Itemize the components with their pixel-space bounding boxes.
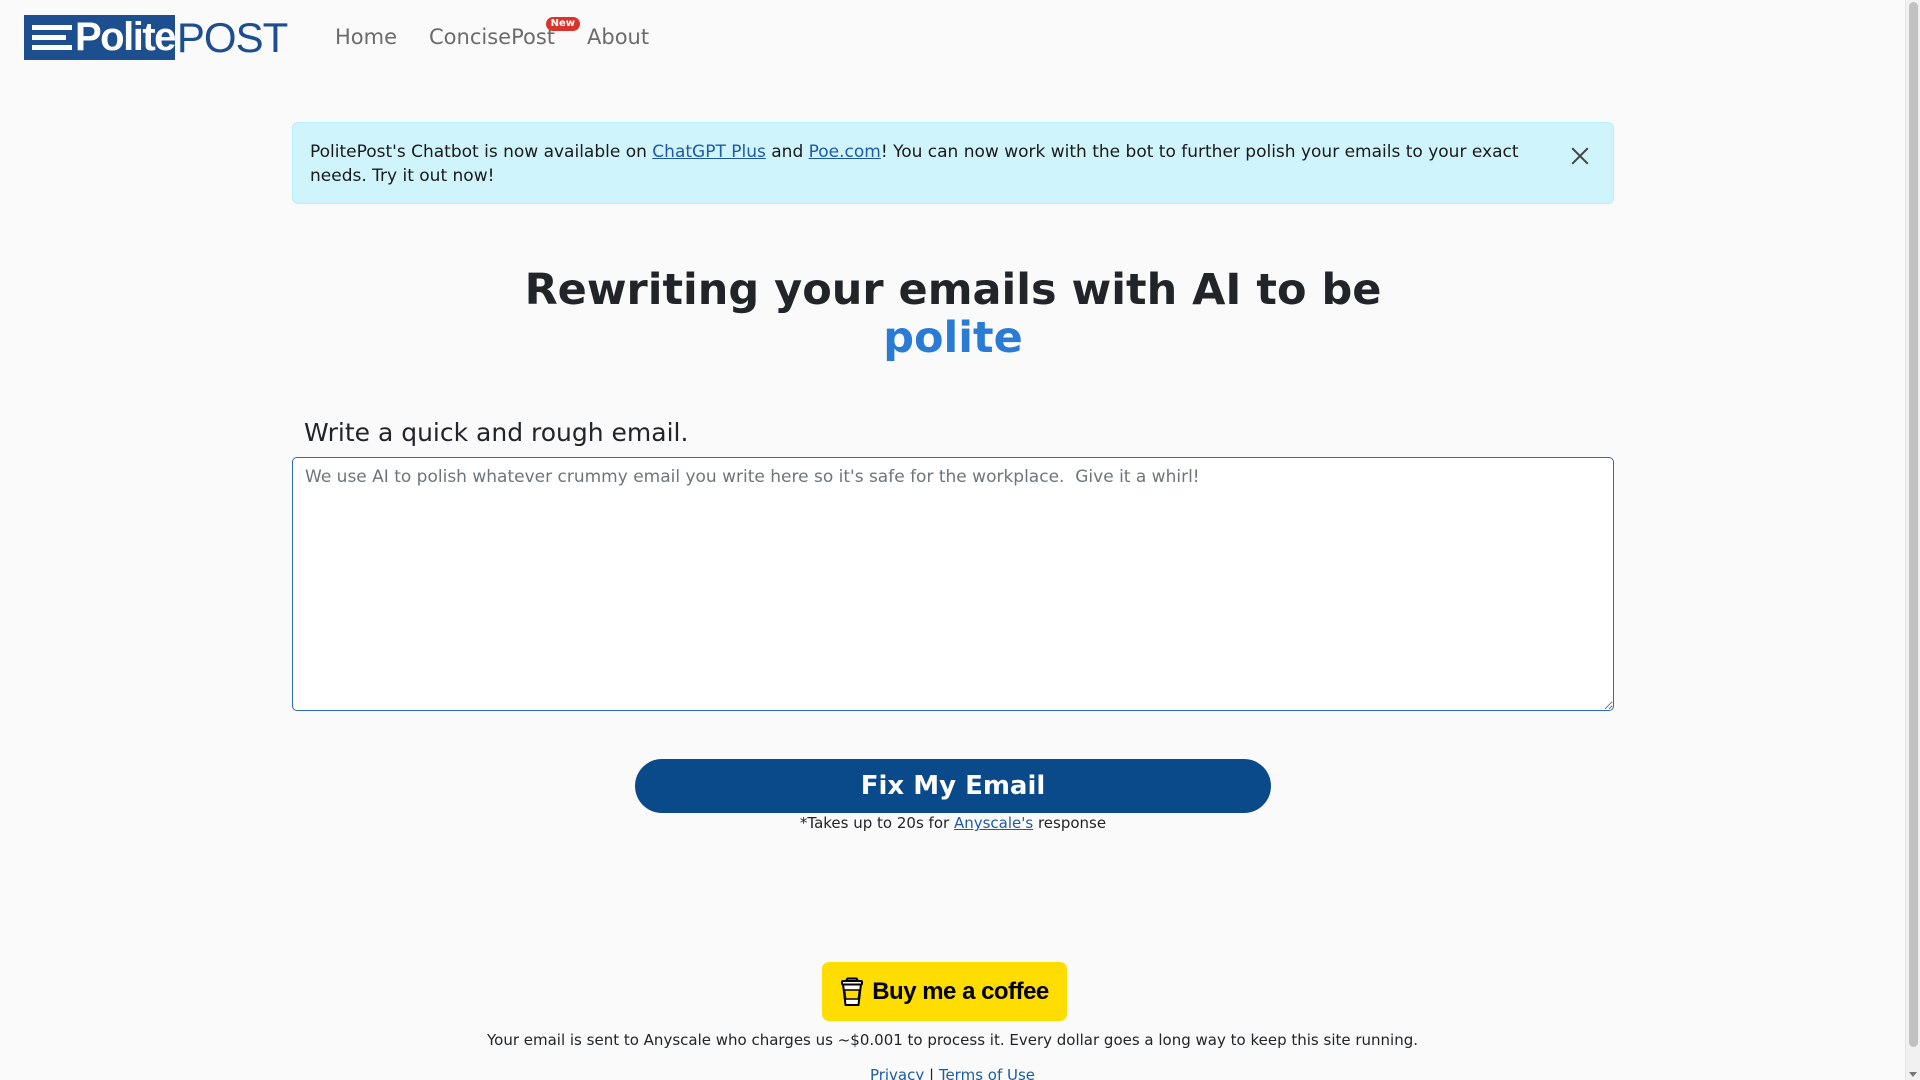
coffee-label: Buy me a coffee <box>872 977 1049 1005</box>
new-badge: New <box>545 17 581 31</box>
navbar: Polite POST Home ConcisePost New About <box>0 0 1905 74</box>
logo-mark: Polite <box>24 15 176 60</box>
nav-link-concisepost[interactable]: ConcisePost New <box>429 17 581 50</box>
nav-links: Home ConcisePost New About <box>335 17 681 50</box>
scroll-down-arrow-icon[interactable] <box>1909 1072 1917 1077</box>
nav-link-concisepost-label: ConcisePost <box>429 25 556 49</box>
response-time-note: *Takes up to 20s for Anyscale's response <box>292 814 1614 832</box>
privacy-link[interactable]: Privacy <box>870 1066 924 1080</box>
fix-my-email-button[interactable]: Fix My Email <box>635 759 1271 813</box>
close-icon[interactable] <box>1567 143 1593 169</box>
chatgpt-plus-link[interactable]: ChatGPT Plus <box>652 142 766 162</box>
poe-link[interactable]: Poe.com <box>809 142 881 162</box>
hero-accent: polite <box>883 313 1023 363</box>
coffee-cup-icon <box>841 977 864 1006</box>
logo-lines-icon <box>32 25 72 50</box>
vertical-scrollbar[interactable] <box>1905 0 1920 1080</box>
note-after: response <box>1033 814 1107 832</box>
footer-links: Privacy | Terms of Use <box>0 1066 1905 1080</box>
logo-polite-text: Polite <box>75 15 176 59</box>
anyscale-link[interactable]: Anyscale's <box>954 814 1033 832</box>
nav-link-about[interactable]: About <box>587 24 649 50</box>
note-before: *Takes up to 20s for <box>799 814 954 832</box>
logo-post-text: POST <box>176 14 288 61</box>
page: Polite POST Home ConcisePost New About P… <box>0 0 1920 1080</box>
footer-separator: | <box>924 1066 939 1080</box>
site-logo[interactable]: Polite POST <box>24 15 288 60</box>
chatbot-alert: PolitePost's Chatbot is now available on… <box>292 122 1614 204</box>
scrollbar-thumb[interactable] <box>1909 2 1918 1047</box>
hero-line: Rewriting your emails with AI to be <box>524 265 1382 315</box>
email-input[interactable] <box>292 457 1614 711</box>
email-label: Write a quick and rough email. <box>304 418 689 447</box>
cost-note: Your email is sent to Anyscale who charg… <box>486 1031 1419 1049</box>
buy-me-a-coffee-button[interactable]: Buy me a coffee <box>822 962 1067 1021</box>
alert-text-and: and <box>765 142 809 162</box>
terms-link[interactable]: Terms of Use <box>939 1066 1035 1080</box>
page-title: Rewriting your emails with AI to be poli… <box>292 266 1614 362</box>
nav-link-home[interactable]: Home <box>335 24 397 50</box>
alert-text-before: PolitePost's Chatbot is now available on <box>310 142 653 162</box>
